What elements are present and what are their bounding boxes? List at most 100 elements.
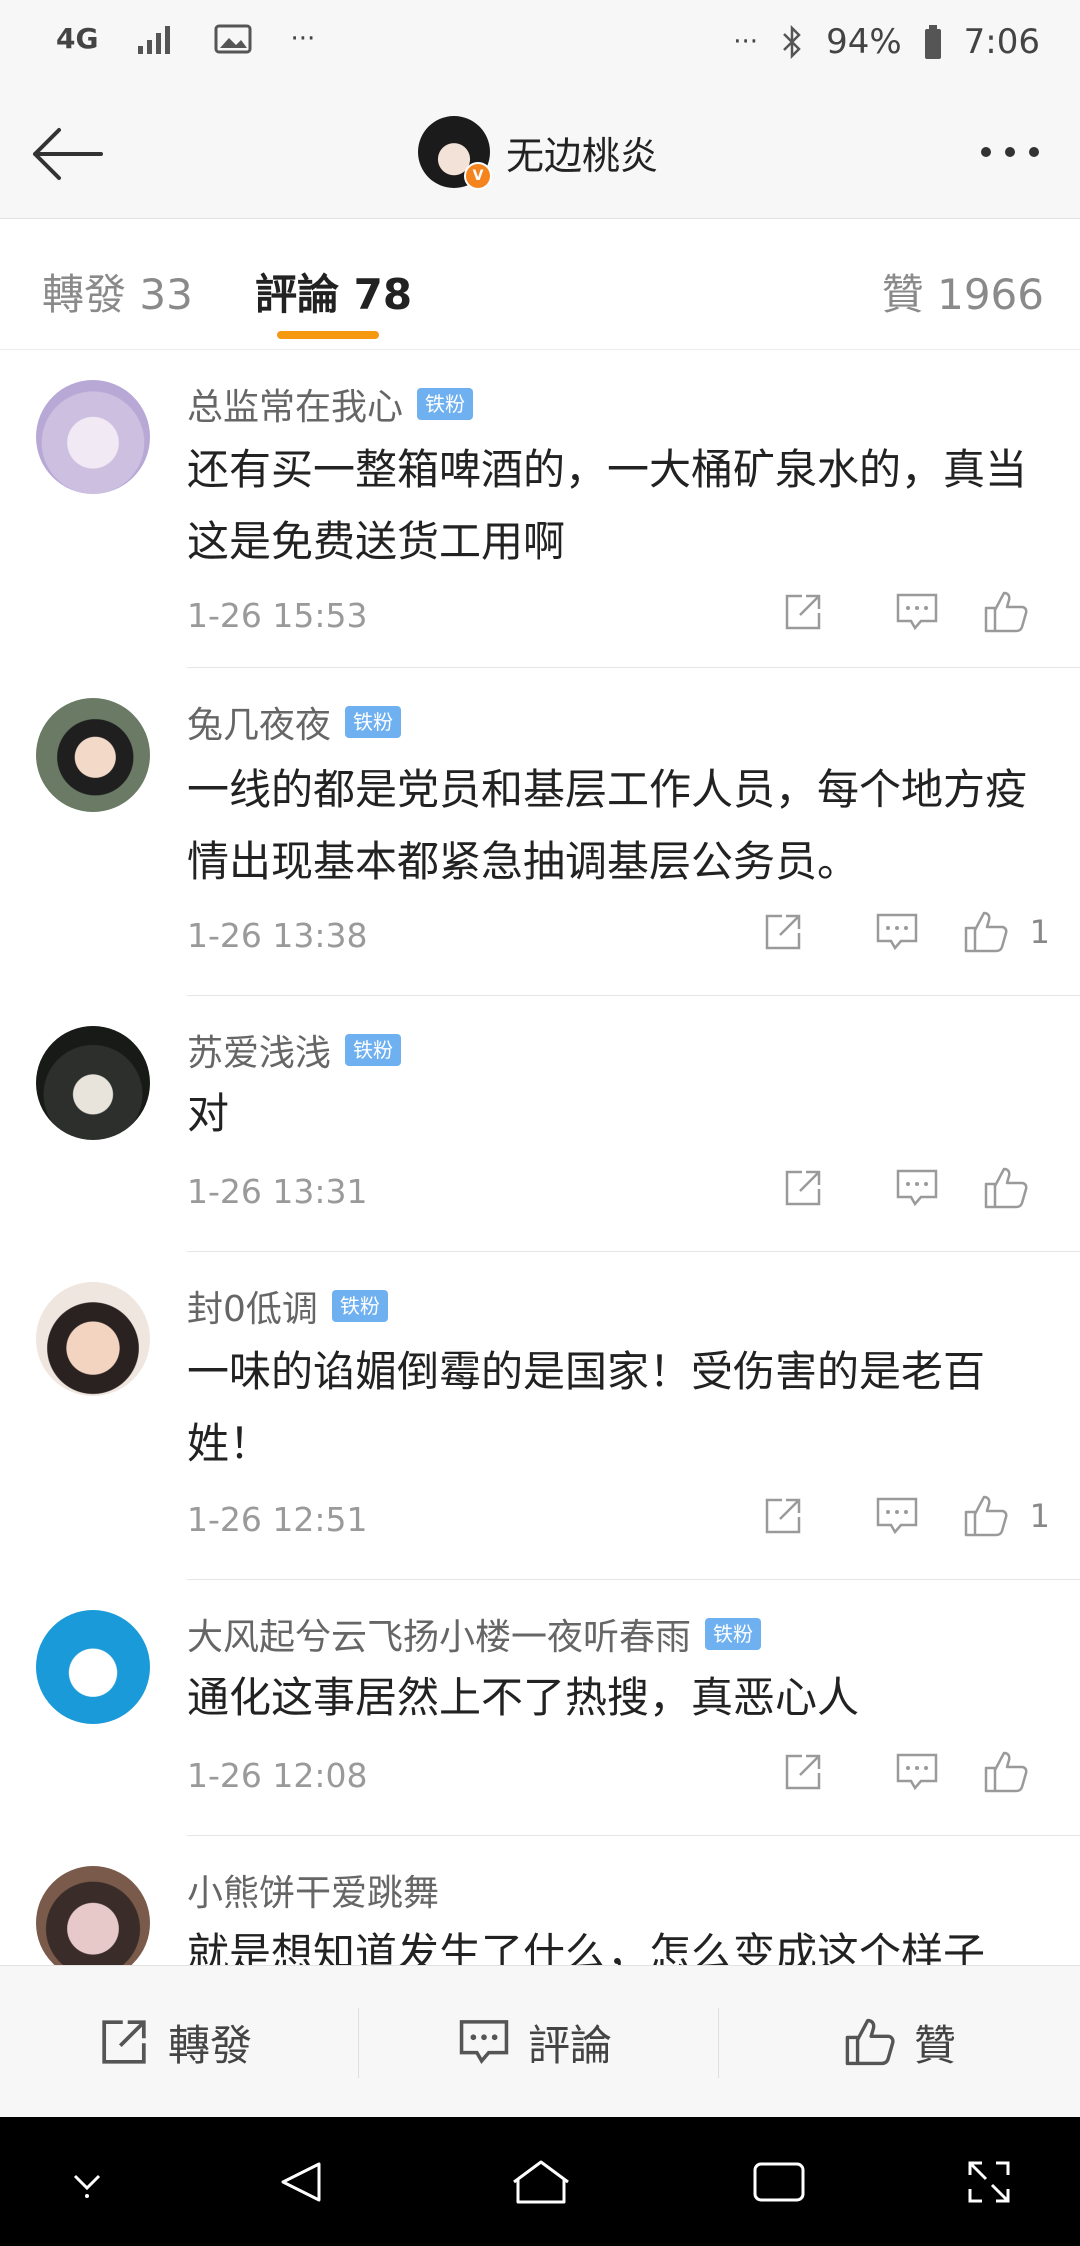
tab-bar: 轉發 33 評論 78 贊 1966 bbox=[0, 219, 1080, 350]
separator bbox=[718, 2008, 719, 2078]
fan-badge: 铁粉 bbox=[331, 1290, 388, 1322]
share-icon[interactable] bbox=[746, 1167, 860, 1209]
nav-back-icon bbox=[281, 2162, 321, 2202]
like-count: 1 bbox=[1029, 1497, 1050, 1535]
like-icon[interactable] bbox=[974, 590, 1038, 634]
commenter-avatar[interactable] bbox=[36, 1282, 150, 1396]
comment-text: 还有买一整箱啤酒的，一大桶矿泉水的，真当这是免费送货工用啊 bbox=[187, 445, 1028, 566]
battery-percent: 94% bbox=[826, 22, 902, 62]
bluetooth-icon bbox=[780, 25, 804, 59]
top-header: V 无边桃炎 bbox=[0, 90, 1080, 219]
status-bar: 4G ··· ··· 94% 7:06 bbox=[0, 0, 1080, 90]
back-button[interactable] bbox=[22, 112, 112, 196]
share-icon[interactable] bbox=[726, 911, 840, 953]
signal-icon bbox=[136, 24, 176, 54]
comment-time: 1-26 12:08 bbox=[187, 1756, 368, 1795]
nav-rotate-button[interactable] bbox=[954, 2147, 1024, 2217]
chevron-down-icon bbox=[73, 2174, 101, 2198]
thumbs-up-icon bbox=[845, 2018, 895, 2066]
comment-icon[interactable] bbox=[860, 1752, 974, 1792]
like-label: 贊 bbox=[914, 2020, 957, 2070]
verified-badge: V bbox=[464, 162, 492, 190]
clock: 7:06 bbox=[963, 22, 1040, 62]
comment-icon[interactable] bbox=[840, 912, 954, 952]
share-icon[interactable] bbox=[746, 1751, 860, 1793]
comment-text: 对 bbox=[187, 1089, 230, 1138]
more-dot-icon bbox=[981, 147, 991, 157]
network-type: 4G bbox=[56, 22, 99, 55]
more-dot-icon bbox=[1005, 147, 1015, 157]
comment-bubble-icon bbox=[459, 2020, 509, 2064]
notification-more: ··· bbox=[290, 23, 316, 54]
share-icon[interactable] bbox=[726, 1495, 840, 1537]
image-icon bbox=[214, 24, 252, 54]
repost-button[interactable]: 轉發 bbox=[98, 1966, 252, 2118]
commenter-name[interactable]: 苏爱浅浅 bbox=[187, 1024, 331, 1076]
comment-label: 評論 bbox=[528, 2020, 613, 2070]
commenter-avatar[interactable] bbox=[36, 1026, 150, 1140]
comment-item: 小熊饼干爱跳舞 就是想知道发生了什么，怎么变成这个样子 bbox=[0, 1836, 1080, 1965]
commenter-name[interactable]: 小熊饼干爱跳舞 bbox=[187, 1864, 439, 1916]
author-name[interactable]: 无边桃炎 bbox=[506, 125, 658, 180]
bottom-action-bar: 轉發 評論 贊 bbox=[0, 1965, 1080, 2118]
more-dot-icon bbox=[1029, 147, 1039, 157]
nav-recents-button[interactable] bbox=[744, 2147, 814, 2217]
like-button[interactable]: 贊 bbox=[844, 1966, 956, 2118]
commenter-avatar[interactable] bbox=[36, 1866, 150, 1965]
like-icon[interactable] bbox=[974, 1750, 1038, 1794]
post-author[interactable]: V 无边桃炎 bbox=[418, 116, 658, 190]
status-more: ··· bbox=[733, 27, 759, 57]
comment-item: 苏爱浅浅 铁粉 对 1-26 13:31 bbox=[0, 996, 1080, 1252]
repost-icon bbox=[102, 2020, 146, 2064]
comment-item: 封0低调 铁粉 一味的谄媚倒霉的是国家！受伤害的是老百姓！ 1-26 12:51 … bbox=[0, 1252, 1080, 1580]
like-icon[interactable] bbox=[954, 1494, 1018, 1538]
commenter-name[interactable]: 大风起兮云飞扬小楼一夜听春雨 bbox=[187, 1608, 691, 1660]
tab-repost[interactable]: 轉發 33 bbox=[42, 261, 193, 322]
comment-item: 大风起兮云飞扬小楼一夜听春雨 铁粉 通化这事居然上不了热搜，真恶心人 1-26 1… bbox=[0, 1580, 1080, 1836]
fan-badge: 铁粉 bbox=[345, 1034, 402, 1066]
commenter-avatar[interactable] bbox=[36, 698, 150, 812]
expand-icon bbox=[968, 2161, 1010, 2203]
commenter-name[interactable]: 兔几夜夜 bbox=[187, 696, 331, 748]
home-icon bbox=[513, 2160, 569, 2204]
comment-text: 一线的都是党员和基层工作人员，每个地方疫情出现基本都紧急抽调基层公务员。 bbox=[187, 765, 1028, 886]
nav-home-button[interactable] bbox=[506, 2147, 576, 2217]
tab-comment[interactable]: 評論 78 bbox=[255, 261, 412, 322]
repost-label: 轉發 bbox=[168, 2020, 253, 2070]
nav-back-button[interactable] bbox=[266, 2147, 336, 2217]
comment-icon[interactable] bbox=[860, 592, 974, 632]
comment-text: 一味的谄媚倒霉的是国家！受伤害的是老百姓！ bbox=[187, 1347, 986, 1468]
comment-icon[interactable] bbox=[840, 1496, 954, 1536]
comment-time: 1-26 15:53 bbox=[187, 596, 368, 635]
comment-text: 通化这事居然上不了热搜，真恶心人 bbox=[187, 1673, 860, 1722]
comment-item: 总监常在我心 铁粉 还有买一整箱啤酒的，一大桶矿泉水的，真当这是免费送货工用啊 1… bbox=[0, 350, 1080, 668]
comment-text: 就是想知道发生了什么，怎么变成这个样子 bbox=[187, 1929, 986, 1965]
share-icon[interactable] bbox=[746, 591, 860, 633]
fan-badge: 铁粉 bbox=[705, 1618, 762, 1650]
system-nav-bar bbox=[0, 2117, 1080, 2246]
back-arrow-icon bbox=[33, 128, 103, 180]
like-icon[interactable] bbox=[954, 910, 1018, 954]
tab-like[interactable]: 贊 1966 bbox=[882, 261, 1044, 322]
comment-time: 1-26 13:38 bbox=[187, 916, 368, 955]
comment-list[interactable]: 总监常在我心 铁粉 还有买一整箱啤酒的，一大桶矿泉水的，真当这是免费送货工用啊 1… bbox=[0, 350, 1080, 1965]
commenter-avatar[interactable] bbox=[36, 1610, 150, 1724]
comment-time: 1-26 13:31 bbox=[187, 1172, 368, 1211]
comment-time: 1-26 12:51 bbox=[187, 1500, 368, 1539]
more-options-button[interactable] bbox=[970, 132, 1050, 172]
like-icon[interactable] bbox=[974, 1166, 1038, 1210]
comment-icon[interactable] bbox=[860, 1168, 974, 1208]
like-count: 1 bbox=[1029, 913, 1050, 951]
active-tab-indicator bbox=[277, 331, 379, 339]
commenter-name[interactable]: 封0低调 bbox=[187, 1280, 318, 1332]
commenter-avatar[interactable] bbox=[36, 380, 150, 494]
fan-badge: 铁粉 bbox=[417, 388, 474, 420]
battery-icon bbox=[924, 25, 942, 59]
fan-badge: 铁粉 bbox=[345, 706, 402, 738]
recents-icon bbox=[753, 2162, 805, 2202]
separator bbox=[358, 2008, 359, 2078]
nav-hide-button[interactable] bbox=[52, 2147, 122, 2217]
author-avatar[interactable]: V bbox=[418, 116, 492, 190]
commenter-name[interactable]: 总监常在我心 bbox=[187, 378, 403, 430]
comment-button[interactable]: 評論 bbox=[458, 1966, 612, 2118]
